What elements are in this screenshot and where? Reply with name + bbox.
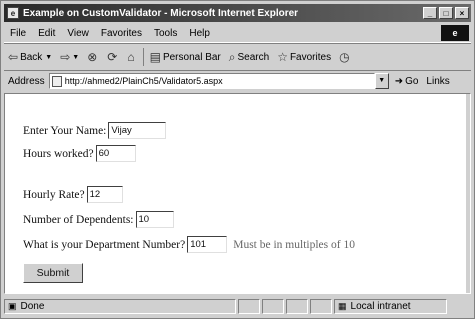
favorites-icon: ☆ (277, 50, 288, 64)
status-text: Done (20, 301, 45, 312)
menu-view[interactable]: View (61, 28, 95, 39)
favorites-button[interactable]: ☆ Favorites (273, 50, 335, 64)
status-panel (262, 299, 284, 314)
ie-icon: e (7, 7, 19, 19)
dependents-row: Number of Dependents: 10 (23, 211, 174, 228)
go-arrow-icon: ➜ (394, 75, 404, 87)
search-button[interactable]: ⌕ Search (225, 50, 273, 65)
intranet-icon: ▦ (338, 301, 347, 311)
history-icon: ◷ (339, 50, 350, 64)
menu-tools[interactable]: Tools (148, 28, 183, 39)
department-label: What is your Department Number? (23, 238, 186, 251)
standard-toolbar: ⇦ Back ▼ ⇨ ▼ ⊗ ⟳ ⌂ ▤ Personal Bar ⌕ Sear… (4, 43, 471, 71)
title-bar[interactable]: e Example on CustomValidator - Microsoft… (4, 4, 471, 22)
menu-edit[interactable]: Edit (32, 28, 61, 39)
page-content: Enter Your Name: Vijay Hours worked? 60 … (4, 93, 471, 294)
page-done-icon: ▣ (8, 301, 17, 311)
close-button[interactable]: × (455, 7, 469, 19)
status-panel (310, 299, 332, 314)
links-button[interactable]: Links (424, 76, 451, 87)
zone-cell: ▦ Local intranet (334, 299, 447, 314)
name-row: Enter Your Name: Vijay (23, 122, 167, 139)
dependents-input[interactable]: 10 (135, 211, 174, 228)
personal-bar-icon: ▤ (149, 50, 161, 64)
stop-button[interactable]: ⊗ (83, 50, 103, 64)
favorites-label: Favorites (289, 51, 332, 63)
window-title: Example on CustomValidator - Microsoft I… (23, 7, 299, 19)
department-input[interactable]: 101 (187, 236, 228, 253)
search-icon: ⌕ (228, 49, 236, 64)
hours-input[interactable]: 60 (95, 145, 136, 162)
history-button[interactable]: ◷ (335, 50, 355, 64)
home-button[interactable]: ⌂ (123, 50, 140, 64)
menu-bar: File Edit View Favorites Tools Help e (4, 24, 471, 43)
menu-file[interactable]: File (4, 28, 32, 39)
maximize-button[interactable]: □ (439, 7, 453, 19)
department-validator-message: Must be in multiples of 10 (233, 238, 355, 251)
zone-text: Local intranet (350, 301, 411, 312)
home-icon: ⌂ (127, 50, 135, 64)
name-input[interactable]: Vijay (108, 122, 167, 139)
go-label: Go (405, 75, 419, 87)
back-arrow-icon: ⇦ (8, 50, 19, 64)
address-dropdown-button[interactable]: ▼ (374, 73, 389, 89)
dependents-label: Number of Dependents: (23, 213, 134, 226)
page-icon (51, 75, 62, 87)
browser-window: e Example on CustomValidator - Microsoft… (0, 0, 475, 319)
hours-row: Hours worked? 60 (23, 145, 136, 162)
back-label: Back (20, 51, 43, 63)
status-panel (286, 299, 308, 314)
back-button[interactable]: ⇦ Back ▼ (4, 50, 56, 64)
rate-label: Hourly Rate? (23, 188, 85, 201)
department-row: What is your Department Number? 101 Must… (23, 236, 355, 253)
hours-label: Hours worked? (23, 147, 94, 160)
go-button[interactable]: ➜ Go (389, 76, 425, 87)
menu-favorites[interactable]: Favorites (95, 28, 148, 39)
status-bar: ▣ Done ▦ Local intranet (4, 297, 471, 316)
rate-input[interactable]: 12 (86, 186, 123, 203)
menu-help[interactable]: Help (183, 28, 216, 39)
toolbar-divider (142, 48, 144, 66)
refresh-button[interactable]: ⟳ (103, 50, 123, 64)
ie-logo-icon: e (441, 25, 469, 41)
status-text-cell: ▣ Done (4, 299, 236, 314)
forward-arrow-icon: ⇨ (60, 50, 71, 64)
chevron-down-icon: ▼ (45, 53, 53, 61)
stop-icon: ⊗ (87, 50, 98, 64)
chevron-down-icon: ▼ (72, 53, 80, 61)
address-bar: Address http://ahmed2/PlainCh5/Validator… (4, 71, 471, 91)
refresh-icon: ⟳ (107, 50, 118, 64)
submit-button[interactable]: Submit (23, 263, 83, 283)
content-edge (466, 94, 470, 293)
address-label: Address (8, 75, 45, 87)
address-url: http://ahmed2/PlainCh5/Validator5.aspx (64, 76, 223, 86)
rate-row: Hourly Rate? 12 (23, 186, 123, 203)
name-label: Enter Your Name: (23, 124, 107, 137)
personal-bar-label: Personal Bar (162, 51, 221, 63)
status-panel (238, 299, 260, 314)
personal-bar-button[interactable]: ▤ Personal Bar (146, 50, 225, 64)
search-label: Search (237, 51, 270, 63)
minimize-button[interactable]: _ (423, 7, 437, 19)
forward-button[interactable]: ⇨ ▼ (56, 50, 83, 64)
address-input[interactable]: http://ahmed2/PlainCh5/Validator5.aspx (48, 73, 375, 89)
